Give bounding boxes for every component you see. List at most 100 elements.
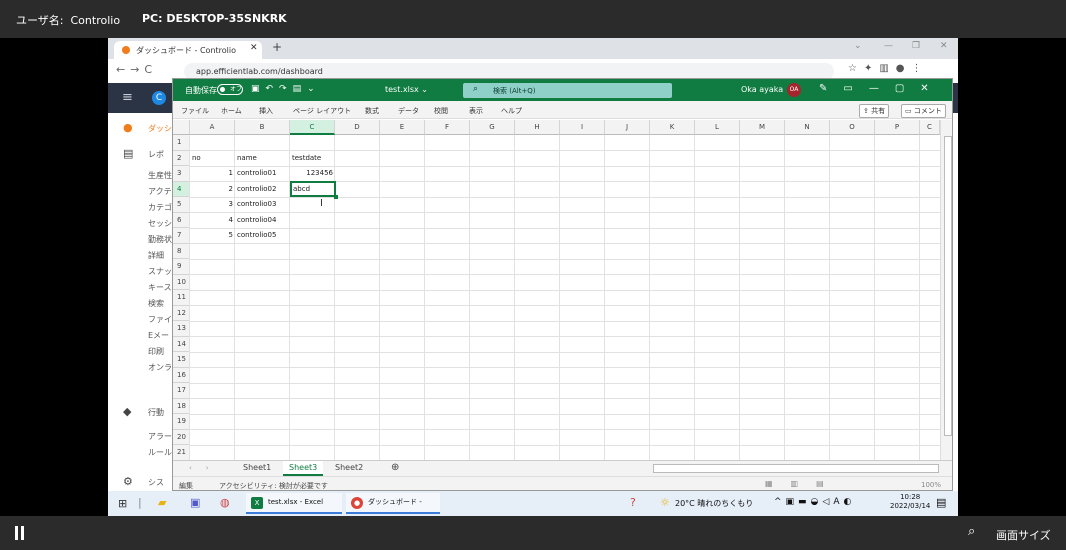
column-header[interactable]: H: [515, 120, 560, 135]
view-buttons[interactable]: ▦▥▤: [765, 479, 842, 488]
row-header[interactable]: 14: [173, 336, 189, 352]
column-header[interactable]: J: [605, 120, 650, 135]
cell[interactable]: controlio02: [237, 182, 276, 197]
sheet-tab[interactable]: Sheet2: [329, 461, 369, 476]
clock[interactable]: 10:28 2022/03/14: [890, 493, 930, 511]
window-controls[interactable]: ✎▭—▢✕: [819, 83, 945, 94]
sidebar-item[interactable]: キース: [148, 282, 172, 293]
weather-text[interactable]: 20°C 晴れのちくもり: [675, 498, 753, 509]
vertical-scrollbar[interactable]: [940, 120, 952, 460]
cell[interactable]: testdate: [292, 151, 321, 166]
sidebar-item[interactable]: スナッ: [148, 266, 172, 277]
search-box[interactable]: ⌕ 検索 (Alt+Q): [463, 83, 672, 98]
column-header[interactable]: F: [425, 120, 470, 135]
row-header[interactable]: 16: [173, 367, 189, 383]
app-icon[interactable]: ◍: [220, 496, 230, 509]
pause-icon[interactable]: [14, 526, 26, 540]
column-header[interactable]: B: [235, 120, 290, 135]
row-header[interactable]: 20: [173, 429, 189, 445]
column-header[interactable]: D: [335, 120, 380, 135]
sheet-tab-active[interactable]: Sheet3: [283, 461, 324, 476]
explorer-icon[interactable]: ▰: [158, 496, 166, 509]
help-icon[interactable]: ?: [630, 496, 636, 509]
row-header[interactable]: 4: [173, 181, 189, 197]
new-tab-button[interactable]: +: [272, 40, 282, 54]
cell[interactable]: controlio04: [237, 213, 276, 228]
sheet-tab[interactable]: Sheet1: [237, 461, 277, 476]
avatar[interactable]: OA: [787, 83, 801, 97]
close-window-button[interactable]: ✕: [940, 41, 948, 51]
ribbon-tab[interactable]: ホーム: [221, 106, 242, 116]
system-tray-icons[interactable]: ^▣▬◒◁A◐: [774, 497, 855, 507]
zoom-icon[interactable]: ⌕: [968, 524, 975, 539]
close-tab-icon[interactable]: ✕: [250, 43, 258, 53]
row-header[interactable]: 3: [173, 166, 189, 182]
row-header[interactable]: 15: [173, 352, 189, 368]
notification-icon[interactable]: ▤: [936, 496, 946, 509]
teams-icon[interactable]: ▣: [190, 496, 200, 509]
sidebar-item[interactable]: シス: [148, 477, 164, 488]
cell[interactable]: controlio03: [237, 197, 276, 212]
extension-icons[interactable]: ☆✦▥●⋮: [848, 63, 929, 74]
ribbon-tab[interactable]: ファイル: [181, 106, 209, 116]
cell[interactable]: controlio05: [237, 228, 276, 243]
column-header[interactable]: I: [560, 120, 605, 135]
ribbon-tab[interactable]: ヘルプ: [501, 106, 522, 116]
column-header[interactable]: C: [290, 120, 335, 135]
row-header[interactable]: 10: [173, 274, 189, 290]
add-sheet-icon[interactable]: ⊕: [391, 462, 399, 473]
column-header[interactable]: G: [470, 120, 515, 135]
cell[interactable]: 1: [190, 166, 233, 181]
sidebar-item[interactable]: カテゴ: [148, 202, 172, 213]
active-cell-editor[interactable]: abcd: [290, 181, 338, 199]
cell[interactable]: 5: [190, 228, 233, 243]
row-header[interactable]: 2: [173, 150, 189, 166]
cell[interactable]: 2: [190, 182, 233, 197]
sidebar-item[interactable]: 詳細: [148, 250, 164, 261]
file-name[interactable]: test.xlsx ⌄: [385, 85, 428, 94]
column-header[interactable]: E: [380, 120, 425, 135]
horizontal-scrollbar[interactable]: [653, 464, 939, 473]
row-header[interactable]: 1: [173, 135, 189, 151]
column-header[interactable]: P: [875, 120, 920, 135]
spreadsheet-grid[interactable]: A B C D E F G H I J K L M N O P C 1 2 3 …: [173, 120, 952, 461]
row-header[interactable]: 17: [173, 383, 189, 399]
column-header[interactable]: K: [650, 120, 695, 135]
quick-access-icons[interactable]: ▣↶↷▤⌄: [251, 84, 321, 94]
share-button[interactable]: ⇪ 共有: [859, 104, 890, 118]
row-header[interactable]: 18: [173, 398, 189, 414]
minimize-button[interactable]: —: [884, 41, 893, 51]
column-header[interactable]: C: [920, 120, 940, 135]
cell[interactable]: 4: [190, 213, 233, 228]
hamburger-icon[interactable]: ≡: [122, 90, 133, 105]
sidebar-item[interactable]: 勤務状: [148, 234, 172, 245]
ribbon-tab[interactable]: データ: [398, 106, 419, 116]
sidebar-item[interactable]: 生産性: [148, 170, 172, 181]
column-header[interactable]: L: [695, 120, 740, 135]
column-header[interactable]: N: [785, 120, 830, 135]
nav-buttons[interactable]: ←→C: [116, 63, 157, 76]
sidebar-item[interactable]: 印刷: [148, 346, 164, 357]
sheet-nav-arrows[interactable]: ‹›: [189, 464, 223, 472]
browser-tab[interactable]: ダッシュボード - Controlio ✕: [114, 41, 262, 59]
sidebar-item[interactable]: ルール: [148, 447, 172, 458]
sidebar-item[interactable]: アラー: [148, 431, 172, 442]
accessibility-status[interactable]: アクセシビリティ: 検討が必要です: [219, 481, 328, 490]
column-header[interactable]: M: [740, 120, 785, 135]
row-header[interactable]: 6: [173, 212, 189, 228]
taskbar-excel[interactable]: Xtest.xlsx - Excel: [246, 493, 342, 514]
sidebar-item[interactable]: ファイ: [148, 314, 172, 325]
ribbon-tab[interactable]: 表示: [469, 106, 483, 116]
sidebar-item[interactable]: 検索: [148, 298, 164, 309]
cell[interactable]: 123456: [290, 166, 333, 181]
row-header[interactable]: 19: [173, 414, 189, 430]
cell[interactable]: name: [237, 151, 257, 166]
row-header[interactable]: 21: [173, 445, 189, 461]
select-all-corner[interactable]: [173, 120, 190, 135]
ribbon-tab[interactable]: 挿入: [259, 106, 273, 116]
ime-indicator[interactable]: A: [833, 497, 843, 507]
row-header[interactable]: 11: [173, 290, 189, 306]
row-header[interactable]: 8: [173, 243, 189, 259]
ribbon-tab[interactable]: 校閲: [434, 106, 448, 116]
row-header[interactable]: 9: [173, 259, 189, 275]
